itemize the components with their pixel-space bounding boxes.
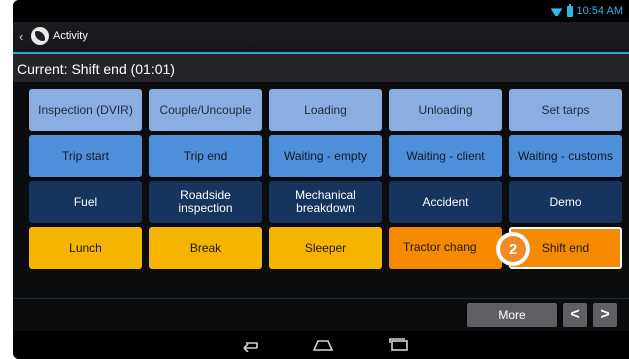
wifi-icon: [551, 6, 563, 16]
status-time: 10:54 AM: [576, 5, 623, 17]
back-icon[interactable]: [237, 338, 261, 352]
divider: [13, 298, 629, 299]
more-button[interactable]: More: [467, 303, 557, 327]
activity-button-set-tarps[interactable]: Set tarps: [509, 89, 622, 131]
app-logo-icon[interactable]: [31, 27, 49, 45]
activity-button-waiting-client[interactable]: Waiting - client: [389, 135, 502, 177]
activity-button-tractor-change[interactable]: Tractor chang: [389, 227, 502, 269]
home-icon[interactable]: [311, 338, 335, 352]
activity-button-break[interactable]: Break: [149, 227, 262, 269]
status-indicators: 10:54 AM: [551, 3, 623, 19]
activity-button-loading[interactable]: Loading: [269, 89, 382, 131]
tablet-screen: 10:54 AM ‹ Activity Current: Shift end (…: [13, 0, 629, 359]
chevron-left-icon: <: [570, 306, 580, 323]
activity-button-couple-uncouple[interactable]: Couple/Uncouple: [149, 89, 262, 131]
activity-button-waiting-customs[interactable]: Waiting - customs: [509, 135, 622, 177]
chevron-right-icon: >: [600, 306, 610, 323]
activity-button-unloading[interactable]: Unloading: [389, 89, 502, 131]
step-callout-badge: 2: [496, 232, 530, 266]
bottom-toolbar: More < >: [13, 303, 629, 329]
activity-button-grid: Inspection (DVIR) Couple/Uncouple Loadin…: [29, 89, 622, 269]
back-chevron-icon[interactable]: ‹: [19, 29, 23, 44]
action-bar-title: Activity: [53, 30, 88, 42]
activity-button-trip-end[interactable]: Trip end: [149, 135, 262, 177]
activity-button-roadside-inspection[interactable]: Roadside inspection: [149, 181, 262, 223]
recent-apps-icon[interactable]: [387, 338, 411, 352]
activity-button-trip-start[interactable]: Trip start: [29, 135, 142, 177]
system-navigation-bar: [13, 331, 629, 359]
step-callout-number: 2: [500, 236, 526, 262]
status-bar: 10:54 AM: [13, 0, 629, 22]
activity-button-accident[interactable]: Accident: [389, 181, 502, 223]
activity-button-mechanical-breakdown[interactable]: Mechanical breakdown: [269, 181, 382, 223]
activity-button-waiting-empty[interactable]: Waiting - empty: [269, 135, 382, 177]
next-page-button[interactable]: >: [593, 303, 617, 327]
activity-button-sleeper[interactable]: Sleeper: [269, 227, 382, 269]
current-activity-bar: Current: Shift end (01:01): [13, 54, 629, 82]
previous-page-button[interactable]: <: [563, 303, 587, 327]
current-activity-text: Current: Shift end (01:01): [17, 61, 175, 77]
activity-button-inspection[interactable]: Inspection (DVIR): [29, 89, 142, 131]
activity-button-lunch[interactable]: Lunch: [29, 227, 142, 269]
tractor-change-label: Tractor chang: [403, 240, 477, 254]
battery-icon: [566, 3, 573, 17]
action-bar: ‹ Activity: [13, 22, 629, 54]
activity-button-fuel[interactable]: Fuel: [29, 181, 142, 223]
activity-button-demo[interactable]: Demo: [509, 181, 622, 223]
